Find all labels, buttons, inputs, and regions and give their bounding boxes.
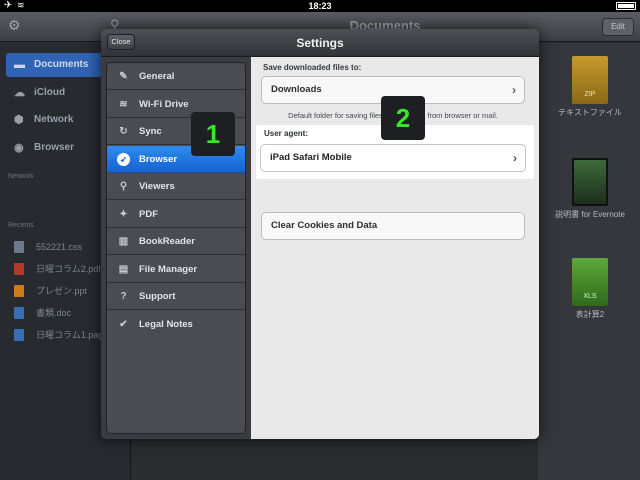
- help-icon: ?: [120, 291, 127, 302]
- settings-title: Settings: [296, 36, 344, 50]
- compass-icon: ➶: [117, 152, 130, 166]
- menu-item-bookreader[interactable]: ▥ BookReader: [107, 228, 245, 255]
- menu-item-general[interactable]: ✎ General: [107, 63, 245, 90]
- clear-cookies-button[interactable]: Clear Cookies and Data: [261, 212, 525, 240]
- file-icon: [14, 241, 24, 253]
- recent-item[interactable]: 日曜コラム2.pdf: [14, 262, 101, 276]
- gear-icon[interactable]: ⚙: [8, 17, 21, 34]
- check-icon: ✔: [119, 318, 128, 330]
- video-icon: [572, 158, 608, 206]
- cloud-icon: ☁: [14, 87, 25, 99]
- menu-item-pdf[interactable]: ✦ PDF: [107, 201, 245, 228]
- zip-icon: ZIP: [572, 56, 608, 104]
- sync-icon: ↻: [119, 126, 128, 137]
- save-location-label: Save downloaded files to:: [263, 63, 362, 72]
- pages-icon: [14, 329, 24, 341]
- status-time: 18:23: [308, 1, 332, 11]
- recent-item[interactable]: プレゼン.ppt: [14, 284, 87, 298]
- chevron-right-icon: ›: [512, 83, 516, 97]
- xls-icon: XLS: [572, 258, 608, 306]
- edit-button[interactable]: Edit: [602, 18, 634, 36]
- menu-item-legal-notes[interactable]: ✔ Legal Notes: [107, 311, 245, 338]
- book-icon: ▥: [118, 236, 129, 247]
- user-agent-row[interactable]: iPad Safari Mobile ›: [260, 144, 526, 172]
- chevron-right-icon: ›: [513, 151, 517, 165]
- recent-item[interactable]: 日曜コラム1.pag: [14, 328, 103, 342]
- wifi-icon: ≋: [119, 98, 128, 110]
- menu-item-viewers[interactable]: ⚲ Viewers: [107, 173, 245, 200]
- settings-dialog: Close Settings ✎ General ≋ Wi-Fi Drive ↻…: [101, 29, 539, 439]
- recent-item[interactable]: 552221.css: [14, 240, 82, 254]
- step-badge-1: 1: [191, 112, 235, 156]
- status-bar: ✈ ≋ 18:23: [0, 0, 640, 12]
- recents-section-label: Recents: [8, 222, 34, 229]
- network-icon: ⬢: [14, 114, 24, 126]
- menu-item-support[interactable]: ? Support: [107, 283, 245, 310]
- menu-item-file-manager[interactable]: ▤ File Manager: [107, 256, 245, 283]
- pdf-icon: [14, 263, 24, 275]
- wrench-icon: ✎: [119, 71, 128, 82]
- magnifier-icon: ⚲: [119, 181, 128, 192]
- battery-icon: [616, 2, 636, 10]
- file-item[interactable]: ZIP テキストファイル: [540, 56, 640, 118]
- recent-item[interactable]: 書類.doc: [14, 306, 71, 320]
- pdf-icon: ✦: [119, 208, 128, 220]
- folder-icon: ▬: [14, 59, 25, 71]
- doc-icon: [14, 307, 24, 319]
- step-badge-2: 2: [381, 96, 425, 140]
- compass-icon: ◉: [14, 142, 24, 154]
- user-agent-label: User agent:: [264, 129, 309, 138]
- settings-header: Close Settings: [101, 29, 539, 57]
- ppt-icon: [14, 285, 24, 297]
- file-item[interactable]: 説明書 for Evernote: [540, 158, 640, 220]
- network-section-label: Network: [8, 173, 34, 180]
- file-item[interactable]: XLS 表計算2: [540, 258, 640, 320]
- file-icon: ▤: [118, 263, 129, 275]
